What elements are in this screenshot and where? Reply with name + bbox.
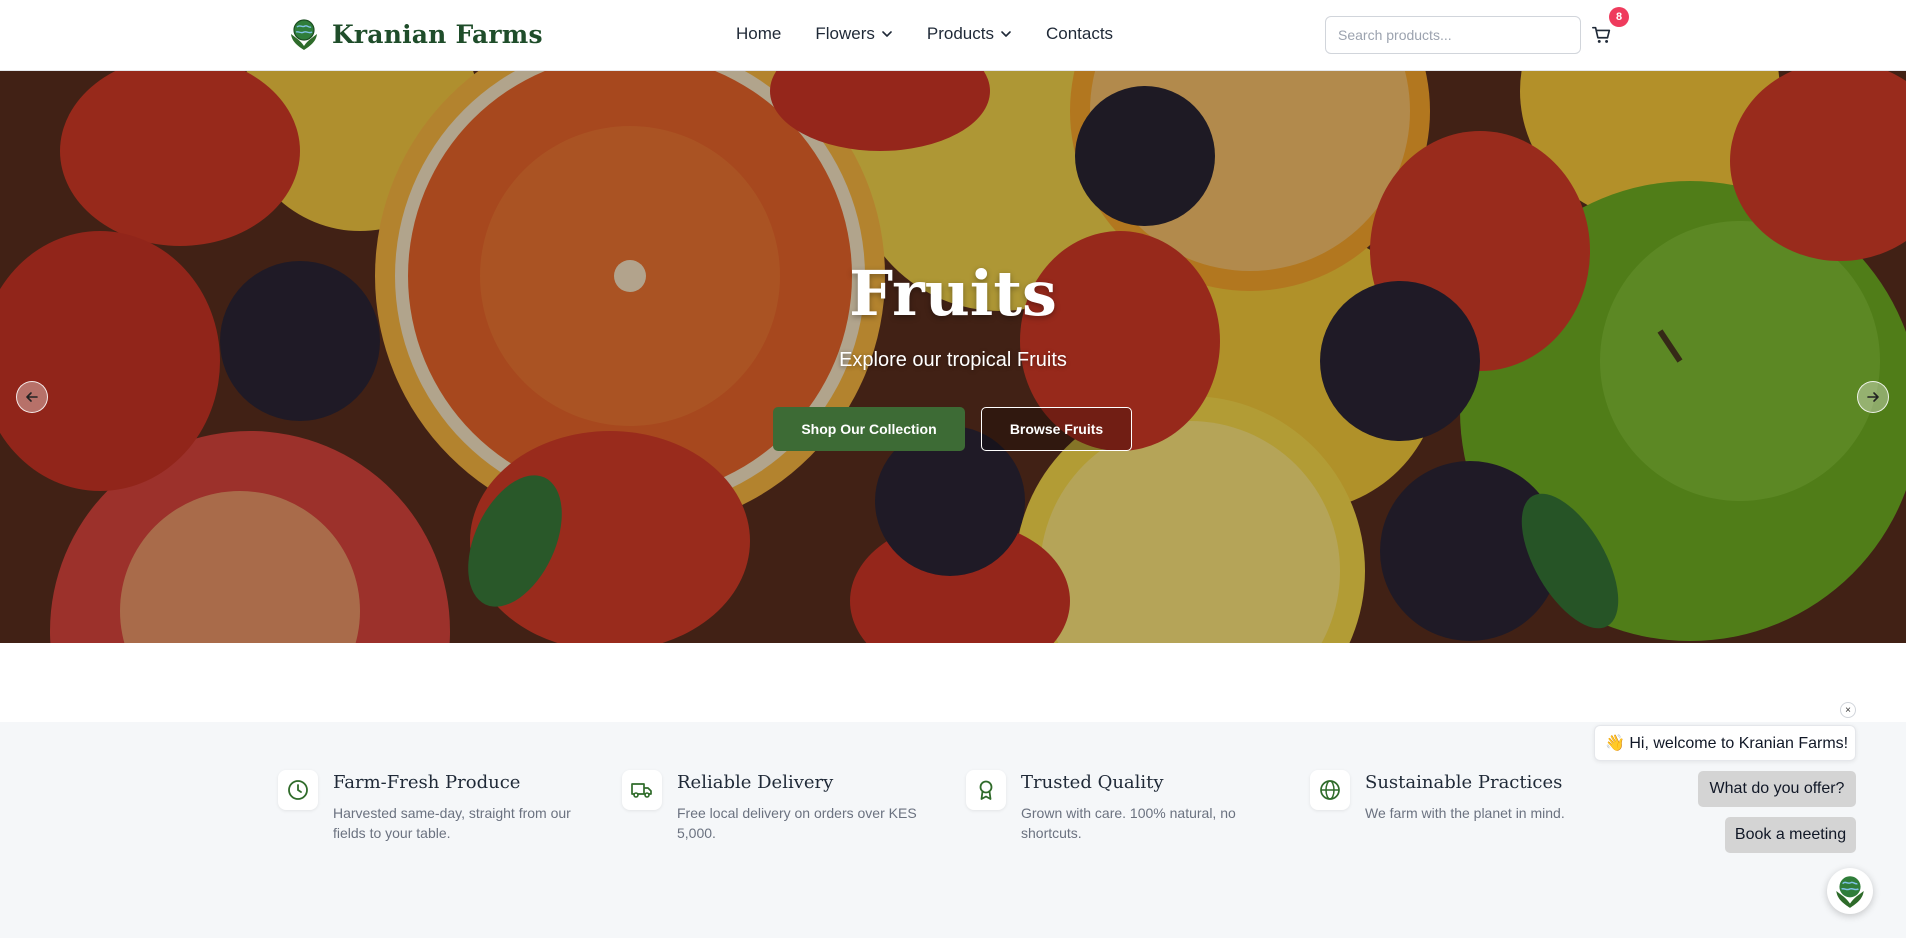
globe-leaf-logo-icon <box>291 19 317 50</box>
globe-icon <box>1310 770 1350 810</box>
nav-item-contacts[interactable]: Contacts <box>1046 24 1113 44</box>
nav-item-home[interactable]: Home <box>736 24 781 44</box>
chat-welcome-message: 👋 Hi, welcome to Kranian Farms! <box>1594 725 1856 761</box>
award-icon <box>966 770 1006 810</box>
chat-option-meeting[interactable]: Book a meeting <box>1725 817 1856 853</box>
feature-title: Trusted Quality <box>1021 772 1164 793</box>
nav-item-flowers[interactable]: Flowers <box>815 24 893 44</box>
chat-close-button[interactable]: × <box>1840 702 1856 718</box>
browse-fruits-button[interactable]: Browse Fruits <box>981 407 1132 451</box>
chat-option-offer[interactable]: What do you offer? <box>1698 771 1856 807</box>
brand-logo[interactable]: Kranian Farms <box>288 16 543 52</box>
nav-item-label: Products <box>926 24 994 43</box>
feature-title: Reliable Delivery <box>677 772 834 793</box>
nav-item-products[interactable]: Products <box>927 24 1012 44</box>
arrow-right-icon <box>1867 392 1879 402</box>
shop-collection-button[interactable]: Shop Our Collection <box>773 407 965 451</box>
carousel-prev-button[interactable] <box>16 381 48 413</box>
feature-description: We farm with the planet in mind. <box>1365 805 1565 821</box>
truck-icon <box>622 770 662 810</box>
feature-title: Sustainable Practices <box>1365 772 1563 793</box>
nav-item-label: Contacts <box>1045 24 1114 43</box>
hero-subtitle: Explore our tropical Fruits <box>839 349 1067 371</box>
chat-launcher-button[interactable] <box>1827 868 1873 914</box>
brand-name: Kranian Farms <box>332 19 543 49</box>
carousel-next-button[interactable] <box>1857 381 1889 413</box>
main-nav: Home Flowers Products Contacts <box>736 24 1113 44</box>
chevron-down-icon <box>1001 31 1011 37</box>
site-header: Kranian Farms Home Flowers Products Cont… <box>0 0 1906 71</box>
cart-count-badge: 8 <box>1609 7 1629 27</box>
hero-carousel: Fruits Explore our tropical Fruits Shop … <box>0 71 1906 643</box>
feature-description: Harvested same-day, straight from our fi… <box>333 805 571 841</box>
feature-description: Free local delivery on orders over KES 5… <box>677 805 917 841</box>
feature-title: Farm-Fresh Produce <box>333 772 521 793</box>
search-input[interactable] <box>1325 16 1581 54</box>
nav-item-label: Home <box>736 24 782 43</box>
arrow-left-icon <box>26 392 38 402</box>
feature-description: Grown with care. 100% natural, no shortc… <box>1021 805 1236 841</box>
globe-leaf-logo-icon <box>1836 876 1864 908</box>
cart-icon[interactable] <box>1591 24 1613 46</box>
nav-item-label: Flowers <box>815 24 875 43</box>
hero-title: Fruits <box>849 257 1057 330</box>
clock-icon <box>278 770 318 810</box>
chevron-down-icon <box>882 31 892 37</box>
